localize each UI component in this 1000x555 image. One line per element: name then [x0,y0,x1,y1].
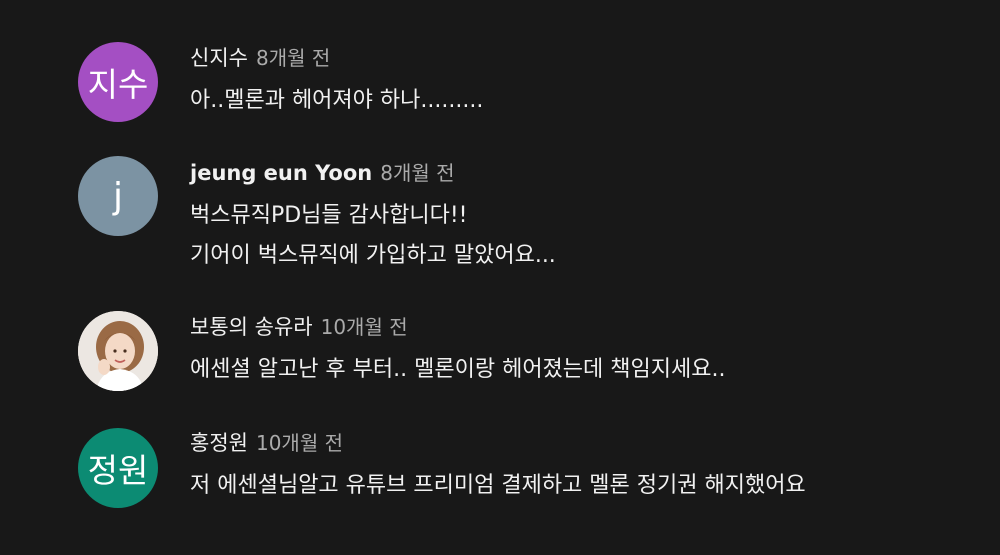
comment-time[interactable]: 8개월 전 [256,46,330,70]
comment-header: 보통의 송유라 10개월 전 [190,312,725,342]
author-name[interactable]: 보통의 송유라 [190,315,313,339]
comment-text: 아..멜론과 헤어져야 하나......... [190,88,484,113]
author-name[interactable]: jeung eun Yoon [190,161,372,185]
avatar[interactable]: j [78,156,158,236]
comment-time[interactable]: 10개월 전 [321,315,408,339]
author-name[interactable]: 홍정원 [190,431,248,455]
comment-body: 홍정원 10개월 전 저 에센셜님알고 유튜브 프리미엄 결제하고 멜론 정기권 … [190,428,806,506]
comment-body: 신지수 8개월 전 아..멜론과 헤어져야 하나......... [190,43,483,121]
comment-header: jeung eun Yoon 8개월 전 [190,158,556,188]
profile-photo-icon [78,311,158,391]
comment-text: 벅스뮤직PD님들 감사합니다!! [190,203,468,228]
comment-body: jeung eun Yoon 8개월 전 벅스뮤직PD님들 감사합니다!! 기어이… [190,158,556,276]
comment-time[interactable]: 8개월 전 [380,161,454,185]
comment-text: 기어이 벅스뮤직에 가입하고 말았어요... [190,243,556,268]
comment-text: 에센셜 알고난 후 부터.. 멜론이랑 헤어졌는데 책임지세요.. [190,357,726,382]
avatar[interactable]: 정원 [78,428,158,508]
comment-time[interactable]: 10개월 전 [256,431,343,455]
avatar[interactable] [78,311,158,391]
comment-body: 보통의 송유라 10개월 전 에센셜 알고난 후 부터.. 멜론이랑 헤어졌는데 … [190,312,725,390]
avatar[interactable]: 지수 [78,42,158,122]
comment-text: 저 에센셜님알고 유튜브 프리미엄 결제하고 멜론 정기권 해지했어요 [190,473,806,498]
author-name[interactable]: 신지수 [190,46,248,70]
comment-header: 홍정원 10개월 전 [190,428,806,458]
comment-header: 신지수 8개월 전 [190,43,483,73]
comment-list: 지수 신지수 8개월 전 아..멜론과 헤어져야 하나......... j je… [0,0,1000,555]
